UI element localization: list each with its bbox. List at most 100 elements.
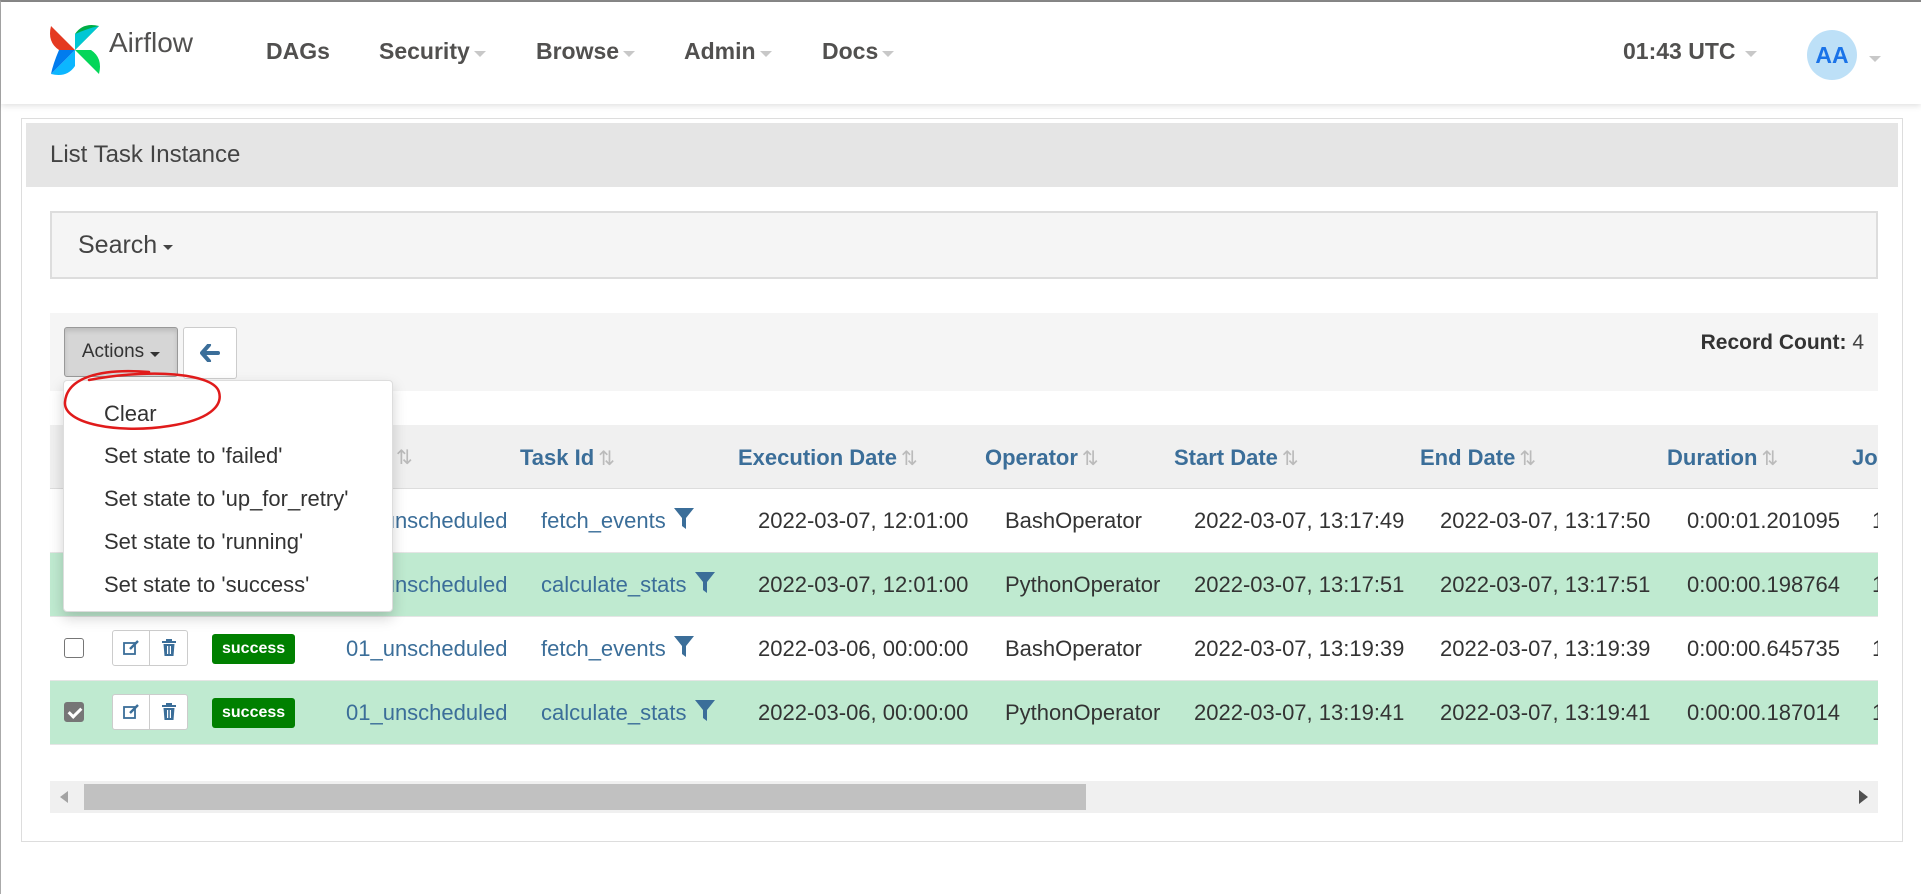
menu-item-set-up-for-retry[interactable]: Set state to 'up_for_retry' [104,486,348,512]
chevron-down-icon [759,50,772,57]
cell-execution-date-text: 2022-03-06, 00:00:00 [758,700,969,725]
cell-start-date-text: 2022-03-07, 13:17:51 [1194,572,1405,597]
column-label: Task Id [520,445,595,470]
sort-icon: ⇅ [900,447,918,470]
menu-item-set-success[interactable]: Set state to 'success' [104,572,309,598]
cell-end-date: 2022-03-07, 13:19:39 [1440,636,1650,662]
trash-icon [161,639,176,656]
cell-duration-text: 0:00:01.201095 [1687,508,1840,533]
nav-browse[interactable]: Browse [536,38,636,65]
column-header-end-date[interactable]: End Date ⇅ [1420,445,1536,471]
column-header-job[interactable]: Jo [1852,445,1878,471]
nav-dags[interactable]: DAGs [266,38,330,65]
cell-job-text: 13 [1872,572,1878,597]
cell-operator-text: BashOperator [1005,636,1142,661]
airflow-logo-icon [50,25,100,75]
scroll-left-icon[interactable] [60,791,68,803]
record-count-value: 4 [1852,331,1864,354]
page-title: List Task Instance [50,141,241,168]
filter-icon[interactable] [673,508,694,536]
actions-label: Actions [81,341,145,362]
cell-operator: PythonOperator [1005,572,1160,598]
status-badge[interactable]: success [212,634,296,664]
delete-button[interactable] [150,630,188,666]
cell-dag-id[interactable]: 01_unscheduled [346,700,507,726]
filter-icon[interactable] [694,700,715,728]
nav-docs[interactable]: Docs [822,38,895,65]
row-checkbox[interactable] [64,638,84,658]
chevron-down-icon [882,50,895,57]
sort-icon[interactable]: ⇅ [396,445,413,470]
edit-icon [123,704,139,719]
cell-dag-id[interactable]: 01_unscheduled [346,636,507,662]
cell-execution-date: 2022-03-07, 12:01:00 [758,508,968,534]
filter-icon[interactable] [694,572,715,600]
arrow-left-icon [200,344,220,362]
time-menu[interactable]: 01:43 UTC [1623,38,1758,65]
cell-duration-text: 0:00:00.198764 [1687,572,1840,597]
scroll-right-icon[interactable] [1859,790,1868,804]
cell-start-date-text: 2022-03-07, 13:17:49 [1194,508,1405,533]
cell-end-date: 2022-03-07, 13:19:41 [1440,700,1650,726]
delete-button[interactable] [150,694,188,730]
cell-end-date-text: 2022-03-07, 13:19:39 [1440,636,1651,661]
edit-icon [123,640,139,655]
edit-button[interactable] [112,630,150,666]
horizontal-scrollbar[interactable] [50,781,1878,813]
cell-operator-text: PythonOperator [1005,700,1161,725]
brand[interactable]: Airflow [45,20,193,80]
column-header-task-id[interactable]: Task Id ⇅ [520,445,615,471]
column-header-start-date[interactable]: Start Date ⇅ [1174,445,1299,471]
search-toggle[interactable]: Search [78,231,174,260]
caret-down-icon [163,245,174,250]
row-checkbox[interactable] [64,702,84,722]
cell-operator-text: PythonOperator [1005,572,1161,597]
status-badge[interactable]: success [212,698,296,728]
cell-job: 13 [1872,700,1878,726]
filter-icon[interactable] [673,636,694,664]
menu-item-set-failed[interactable]: Set state to 'failed' [104,443,282,469]
cell-execution-date-text: 2022-03-07, 12:01:00 [758,508,969,533]
sort-icon: ⇅ [1281,447,1299,470]
cell-end-date-text: 2022-03-07, 13:17:50 [1440,508,1651,533]
cell-task-id[interactable]: fetch_events [541,636,694,664]
column-label: Start Date [1174,445,1278,470]
user-avatar[interactable]: AA [1807,30,1857,80]
cell-dag-id-text[interactable]: 01_unscheduled [346,636,507,661]
cell-end-date-text: 2022-03-07, 13:17:51 [1440,572,1651,597]
cell-task-id-text[interactable]: calculate_stats [541,572,687,597]
column-header-execution-date[interactable]: Execution Date ⇅ [738,445,918,471]
cell-execution-date: 2022-03-07, 12:01:00 [758,572,968,598]
cell-task-id[interactable]: fetch_events [541,508,694,536]
cell-start-date: 2022-03-07, 13:17:51 [1194,572,1404,598]
nav-admin[interactable]: Admin [684,38,772,65]
user-menu-chevron-icon[interactable] [1869,56,1881,62]
scrollbar-thumb[interactable] [84,784,1086,810]
table-row: success 01_unscheduled calculate_stats 2022… [50,681,1878,745]
column-label: Duration [1667,445,1758,470]
cell-task-id-text[interactable]: fetch_events [541,636,666,661]
column-label: Jo [1852,445,1878,470]
cell-dag-id-text[interactable]: 01_unscheduled [346,700,507,725]
cell-start-date-text: 2022-03-07, 13:19:39 [1194,636,1405,661]
avatar-initials: AA [1815,41,1849,68]
cell-operator-text: BashOperator [1005,508,1142,533]
caret-down-icon [150,351,161,357]
cell-task-id-text[interactable]: fetch_events [541,508,666,533]
edit-button[interactable] [112,694,150,730]
cell-job-text: 13 [1872,700,1878,725]
column-header-duration[interactable]: Duration ⇅ [1667,445,1778,471]
cell-execution-date: 2022-03-06, 00:00:00 [758,636,968,662]
row-action-buttons [112,630,188,666]
cell-duration-text: 0:00:00.187014 [1687,700,1840,725]
app-window: Airflow DAGs Security Browse Admin Docs … [0,0,1921,894]
cell-task-id-text[interactable]: calculate_stats [541,700,687,725]
menu-item-set-running[interactable]: Set state to 'running' [104,529,303,555]
search-label: Search [78,231,158,259]
cell-execution-date-text: 2022-03-06, 00:00:00 [758,636,969,661]
cell-task-id[interactable]: calculate_stats [541,572,715,600]
nav-security[interactable]: Security [379,38,486,65]
panel-heading: List Task Instance [26,123,1898,187]
cell-task-id[interactable]: calculate_stats [541,700,715,728]
column-header-operator[interactable]: Operator ⇅ [985,445,1099,471]
